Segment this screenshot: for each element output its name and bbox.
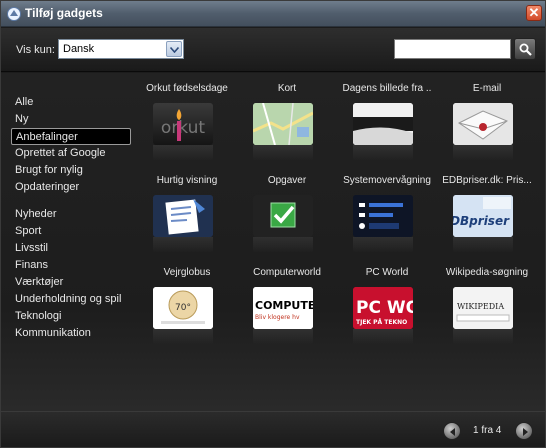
thumbnail-reflection (453, 329, 513, 345)
search-icon (519, 43, 532, 56)
monitor-bars-icon (353, 195, 413, 237)
arrow-left-icon (450, 428, 455, 436)
gadget-tasks[interactable]: Opgaver (237, 175, 337, 270)
gadget-thumbnail[interactable] (253, 103, 313, 145)
next-page-button[interactable] (515, 422, 533, 440)
category-entertainment[interactable]: Underholdning og spil (11, 291, 131, 308)
thumbnail-reflection (153, 329, 213, 345)
sidebar-divider (11, 196, 131, 206)
gadget-thumbnail[interactable] (353, 103, 413, 145)
thumbnail-reflection (253, 329, 313, 345)
notes-icon (153, 195, 213, 237)
thumbnail-reflection (453, 145, 513, 161)
gadget-label: E-mail (472, 83, 502, 94)
envelope-icon (453, 103, 513, 145)
category-sidebar: Alle Ny Anbefalinger Oprettet af Google … (11, 94, 131, 342)
gadget-thumbnail[interactable]: orkut (153, 103, 213, 145)
category-updates[interactable]: Opdateringer (11, 179, 131, 196)
category-technology[interactable]: Teknologi (11, 308, 131, 325)
gadget-label: Dagens billede fra .. (342, 83, 432, 94)
temperature-text: 70° (175, 303, 191, 313)
gadget-label: EDBpriser.dk: Pris... (442, 175, 532, 186)
category-news[interactable]: Nyheder (11, 206, 131, 223)
previous-page-button[interactable] (443, 422, 461, 440)
category-by-google[interactable]: Oprettet af Google (11, 145, 131, 162)
gadget-thumbnail[interactable] (453, 103, 513, 145)
arrow-right-icon (523, 428, 528, 436)
window-title: Tilføj gadgets (25, 6, 103, 20)
gadget-orkut-birthdays[interactable]: Orkut fødselsdage orkut (137, 83, 237, 178)
thumbnail-reflection (253, 145, 313, 161)
category-communication[interactable]: Kommunikation (11, 325, 131, 342)
gadget-thumbnail[interactable]: WIKIPEDIA (453, 287, 513, 329)
gadget-label: PC World (365, 267, 409, 278)
category-tools[interactable]: Værktøjer (11, 274, 131, 291)
search-button[interactable] (514, 38, 536, 60)
gadget-wikipedia-search[interactable]: Wikipedia-søgning WIKIPEDIA (437, 267, 537, 362)
gadget-label: Computerworld (253, 267, 321, 278)
gadget-thumbnail[interactable] (153, 195, 213, 237)
chevron-down-icon[interactable] (166, 41, 182, 57)
close-button[interactable]: ✕ (526, 5, 542, 21)
thumbnail-reflection (153, 145, 213, 161)
category-new[interactable]: Ny (11, 111, 131, 128)
map-icon (253, 103, 313, 145)
gadget-label: Opgaver (267, 175, 307, 186)
thumbnail-reflection (153, 237, 213, 253)
pcworld-logo-text: PC WOI (356, 298, 413, 318)
add-gadgets-window: Tilføj gadgets ✕ Vis kun: Dansk Alle Ny … (0, 0, 546, 448)
gadget-thumbnail[interactable] (253, 195, 313, 237)
gadget-quick-view[interactable]: Hurtig visning (137, 175, 237, 270)
pager-bar: 1 fra 4 (1, 411, 545, 447)
category-sport[interactable]: Sport (11, 223, 131, 240)
edbpriser-logo-text: EDBpriser (453, 214, 510, 228)
gadget-pc-world[interactable]: PC World PC WOI TJEK PÅ TEKNO (337, 267, 437, 362)
gadget-computerworld[interactable]: Computerworld COMPUTERW Bliv klogere hv (237, 267, 337, 362)
language-select-value: Dansk (63, 43, 95, 55)
category-finance[interactable]: Finans (11, 257, 131, 274)
checkmark-icon (253, 195, 313, 237)
computerworld-logo-text: COMPUTERW (255, 299, 313, 312)
gadget-edbpriser[interactable]: EDBpriser.dk: Pris... EDBpriser (437, 175, 537, 270)
category-all[interactable]: Alle (11, 94, 131, 111)
thumbnail-reflection (353, 329, 413, 345)
thumbnail-reflection (353, 237, 413, 253)
computerworld-tagline: Bliv klogere hv (255, 314, 300, 321)
gadget-thumbnail[interactable]: PC WOI TJEK PÅ TEKNO (353, 287, 413, 329)
gadget-thumbnail[interactable]: EDBpriser (453, 195, 513, 237)
gadget-picture-of-the-day[interactable]: Dagens billede fra .. (337, 83, 437, 178)
gadget-label: Hurtig visning (156, 175, 218, 186)
pcworld-tagline: TJEK PÅ TEKNO (356, 319, 407, 326)
category-lifestyle[interactable]: Livsstil (11, 240, 131, 257)
gadget-label: Orkut fødselsdage (146, 83, 228, 94)
gadget-browser: Alle Ny Anbefalinger Oprettet af Google … (1, 73, 545, 411)
wikipedia-logo-text: WIKIPEDIA (457, 302, 504, 311)
page-indicator: 1 fra 4 (473, 425, 502, 436)
gadget-weather-globe[interactable]: Vejrglobus 70° (137, 267, 237, 362)
toolbar: Vis kun: Dansk (1, 28, 545, 72)
gadget-label: Systemovervågning (343, 175, 431, 186)
gadget-email[interactable]: E-mail (437, 83, 537, 178)
gadget-thumbnail[interactable] (353, 195, 413, 237)
filter-label: Vis kun: (16, 44, 55, 56)
gadgets-logo-icon (7, 7, 21, 21)
gadget-label: Wikipedia-søgning (445, 267, 529, 278)
gadget-map[interactable]: Kort (237, 83, 337, 178)
orkut-logo-text: orkut (161, 118, 205, 138)
thumbnail-reflection (453, 237, 513, 253)
category-recently-used[interactable]: Brugt for nylig (11, 162, 131, 179)
gadget-system-monitor[interactable]: Systemovervågning (337, 175, 437, 270)
gadget-thumbnail[interactable]: 70° (153, 287, 213, 329)
gadget-label: Kort (277, 83, 297, 94)
search-input[interactable] (394, 39, 511, 59)
language-select[interactable]: Dansk (58, 39, 184, 59)
thumbnail-reflection (253, 237, 313, 253)
gadget-label: Vejrglobus (163, 267, 211, 278)
gadget-thumbnail[interactable]: COMPUTERW Bliv klogere hv (253, 287, 313, 329)
title-bar[interactable]: Tilføj gadgets ✕ (1, 1, 545, 27)
picture-icon (353, 103, 413, 145)
category-recommendations[interactable]: Anbefalinger (11, 128, 131, 145)
thumbnail-reflection (353, 145, 413, 161)
